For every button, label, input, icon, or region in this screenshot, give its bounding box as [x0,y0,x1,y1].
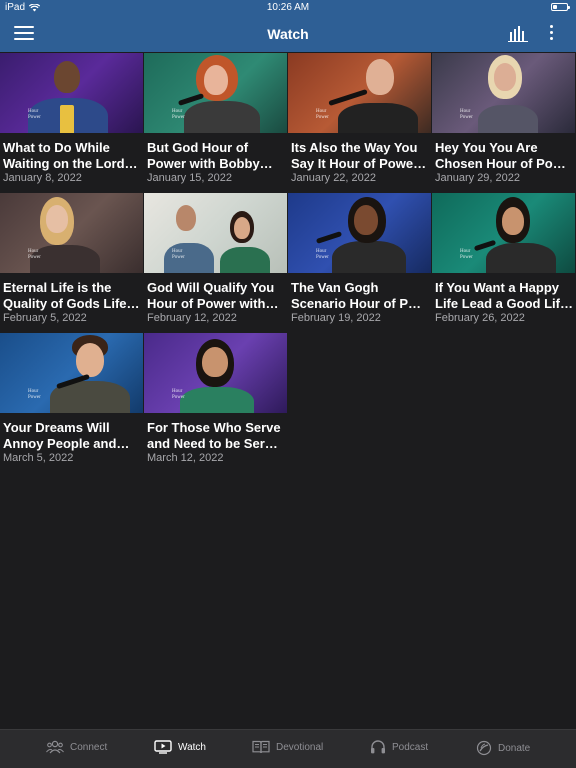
video-date: March 5, 2022 [3,452,74,464]
watermark-logo: Hour Power [460,109,473,120]
video-card[interactable]: Hour Power God Will Qualify You Hour of Po… [144,193,288,333]
tab-donate[interactable]: Donate [476,740,530,756]
video-card[interactable]: Hour Power Hey You You Are Chosen Hour of … [432,53,576,193]
video-card[interactable]: Hour Power For Those Who Serve and Need to… [144,333,288,473]
watermark-logo: Hour Power [172,389,185,400]
video-card[interactable]: Hour Power Your Dreams Will Annoy People a… [0,333,144,473]
video-title: What to Do While Waiting on the Lord… [3,140,138,171]
watermark-logo: Hour Power [28,109,41,120]
video-title: Eternal Life is the Quality of Gods Life… [3,280,140,311]
tab-connect[interactable]: Connect [46,740,107,754]
tab-bar: Connect Watch Devotional Podcast Donate [0,729,576,768]
tab-watch-label: Watch [178,741,206,753]
video-card[interactable]: Hour Power If You Want a Happy Life Lead a… [432,193,576,333]
video-card[interactable]: Hour Power What to Do While Waiting on the… [0,53,144,193]
video-thumbnail: Hour Power [288,193,431,273]
video-thumbnail: Hour Power [432,53,575,133]
video-date: January 8, 2022 [3,172,82,184]
video-title: Its Also the Way You Say It Hour of Powe… [291,140,427,171]
tab-podcast[interactable]: Podcast [370,740,428,754]
video-thumbnail: Hour Power [144,333,287,413]
donate-hand-icon [476,740,492,756]
video-grid: Hour Power What to Do While Waiting on the… [0,53,576,473]
page-title: Watch [267,26,309,42]
video-date: January 29, 2022 [435,172,521,184]
tab-watch[interactable]: Watch [154,740,206,754]
watermark-logo: Hour Power [316,249,329,260]
status-bar: iPad 10:26 AM [0,0,576,16]
tab-devotional[interactable]: Devotional [252,740,323,754]
tab-devotional-label: Devotional [276,741,324,753]
status-time: 10:26 AM [266,2,310,13]
tab-donate-label: Donate [498,742,531,754]
video-card[interactable]: Hour Power The Van Gogh Scenario Hour of P… [288,193,432,333]
open-book-icon [252,740,270,754]
watermark-logo: Hour Power [172,109,185,120]
video-date: February 5, 2022 [3,312,87,324]
video-date: January 15, 2022 [147,172,233,184]
video-card[interactable]: Hour Power But God Hour of Power with Bobb… [144,53,288,193]
video-card[interactable]: Hour Power Its Also the Way You Say It Hou… [288,53,432,193]
video-title: If You Want a Happy Life Lead a Good Lif… [435,280,573,311]
people-group-icon [46,740,64,754]
video-date: February 26, 2022 [435,312,525,324]
video-thumbnail: Hour Power [144,193,287,273]
watermark-logo: Hour Power [28,249,41,260]
video-thumbnail: Hour Power [0,333,143,413]
tab-podcast-label: Podcast [392,741,429,753]
equalizer-icon[interactable] [508,26,528,42]
video-date: February 19, 2022 [291,312,381,324]
video-title: God Will Qualify You Hour of Power with… [147,280,279,311]
video-thumbnail: Hour Power [144,53,287,133]
video-date: March 12, 2022 [147,452,224,464]
app-header: Watch [0,16,576,52]
video-title: Hey You You Are Chosen Hour of Po… [435,140,566,171]
video-title: For Those Who Serve and Need to be Ser… [147,420,281,451]
watermark-logo: Hour Power [28,389,41,400]
tab-connect-label: Connect [70,741,108,753]
video-date: January 22, 2022 [291,172,377,184]
video-thumbnail: Hour Power [288,53,431,133]
headphones-icon [371,740,385,754]
watermark-logo: Hour Power [316,109,329,120]
video-card[interactable]: Hour Power Eternal Life is the Quality of … [0,193,144,333]
battery-icon [551,3,570,11]
video-thumbnail: Hour Power [432,193,575,273]
watermark-logo: Hour Power [460,249,473,260]
video-title: Your Dreams Will Annoy People and… [3,420,130,451]
video-title: But God Hour of Power with Bobby… [147,140,273,171]
more-options-icon[interactable] [544,25,558,43]
video-thumbnail: Hour Power [0,53,143,133]
video-date: February 12, 2022 [147,312,237,324]
video-thumbnail: Hour Power [0,193,143,273]
tv-play-icon [154,740,172,754]
watermark-logo: Hour Power [172,249,185,260]
video-title: The Van Gogh Scenario Hour of P… [291,280,422,311]
